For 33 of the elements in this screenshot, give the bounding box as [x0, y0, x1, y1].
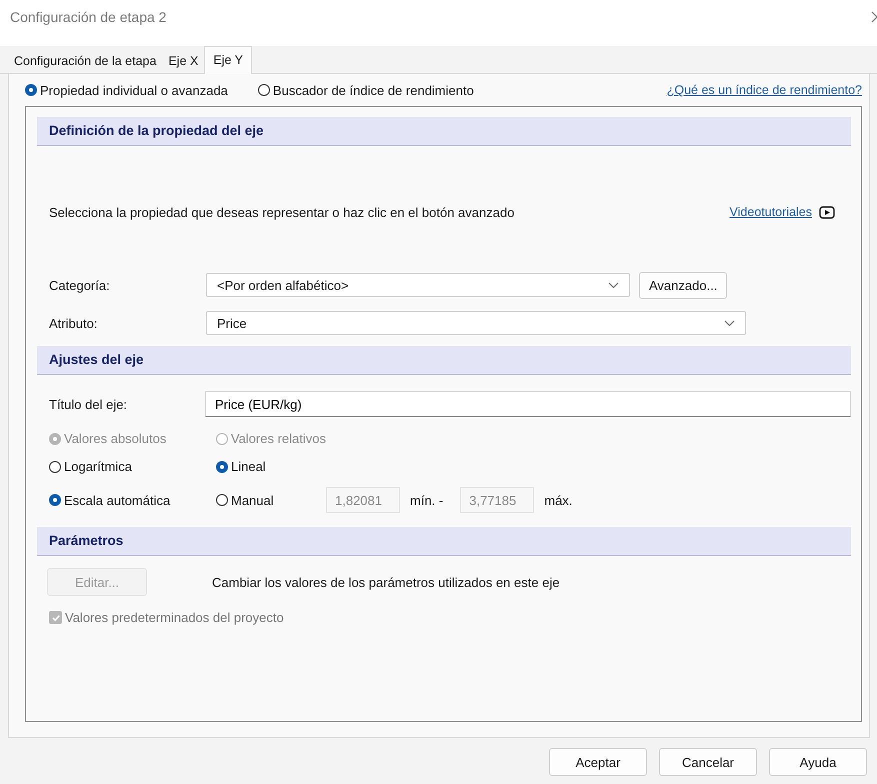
radio-button[interactable]: Logarítmica [49, 459, 216, 474]
section-header: Parámetros [37, 527, 851, 556]
section-header: Definición de la propiedad del eje [37, 117, 851, 146]
field-label: Atributo: [49, 316, 98, 330]
dialog-button[interactable]: Cancelar [659, 748, 757, 776]
radio-button[interactable]: Propiedad individual o avanzada [25, 82, 228, 98]
chevron-down-icon [608, 282, 619, 288]
radio-button[interactable]: Buscador de índice de rendimiento [258, 82, 474, 98]
checkmark-icon [50, 612, 60, 622]
video-icon[interactable] [819, 206, 835, 218]
chevron-down-icon [724, 320, 735, 326]
advanced-button[interactable]: Avanzado... [639, 272, 728, 298]
tab[interactable]: Eje X [162, 49, 204, 73]
radio-button[interactable]: Lineal [216, 459, 326, 474]
radio-button[interactable]: Manual [216, 492, 326, 508]
window-title: Configuración de etapa 2 [10, 9, 168, 25]
input-field[interactable]: Price (EUR/kg) [205, 391, 851, 417]
range-label: mín. - [410, 492, 444, 508]
tutorials-link[interactable]: Videotutoriales [730, 205, 812, 219]
description-text: Cambiar los valores de los parámetros utilizados en este eje [212, 574, 560, 590]
dialog-button[interactable]: Aceptar [549, 748, 647, 776]
field-label: Categoría: [49, 278, 111, 292]
help-link[interactable]: ¿Qué es un índice de rendimiento? [666, 83, 862, 97]
section-header: Ajustes del eje [37, 346, 851, 375]
dialog-button[interactable]: Ayuda [769, 748, 867, 776]
range-label: máx. [544, 492, 572, 508]
dropdown[interactable]: Price [206, 311, 746, 335]
instruction-text: Selecciona la propiedad que deseas representar o haz clic en el botón avanzado [49, 204, 514, 220]
dropdown[interactable]: <Por orden alfabético> [206, 273, 630, 297]
tab[interactable]: Eje Y [204, 46, 252, 74]
radio-button[interactable]: Escala automática [49, 492, 216, 508]
field-label: Título del eje: [49, 396, 128, 412]
tab[interactable]: Configuración de la etapa [8, 49, 162, 73]
